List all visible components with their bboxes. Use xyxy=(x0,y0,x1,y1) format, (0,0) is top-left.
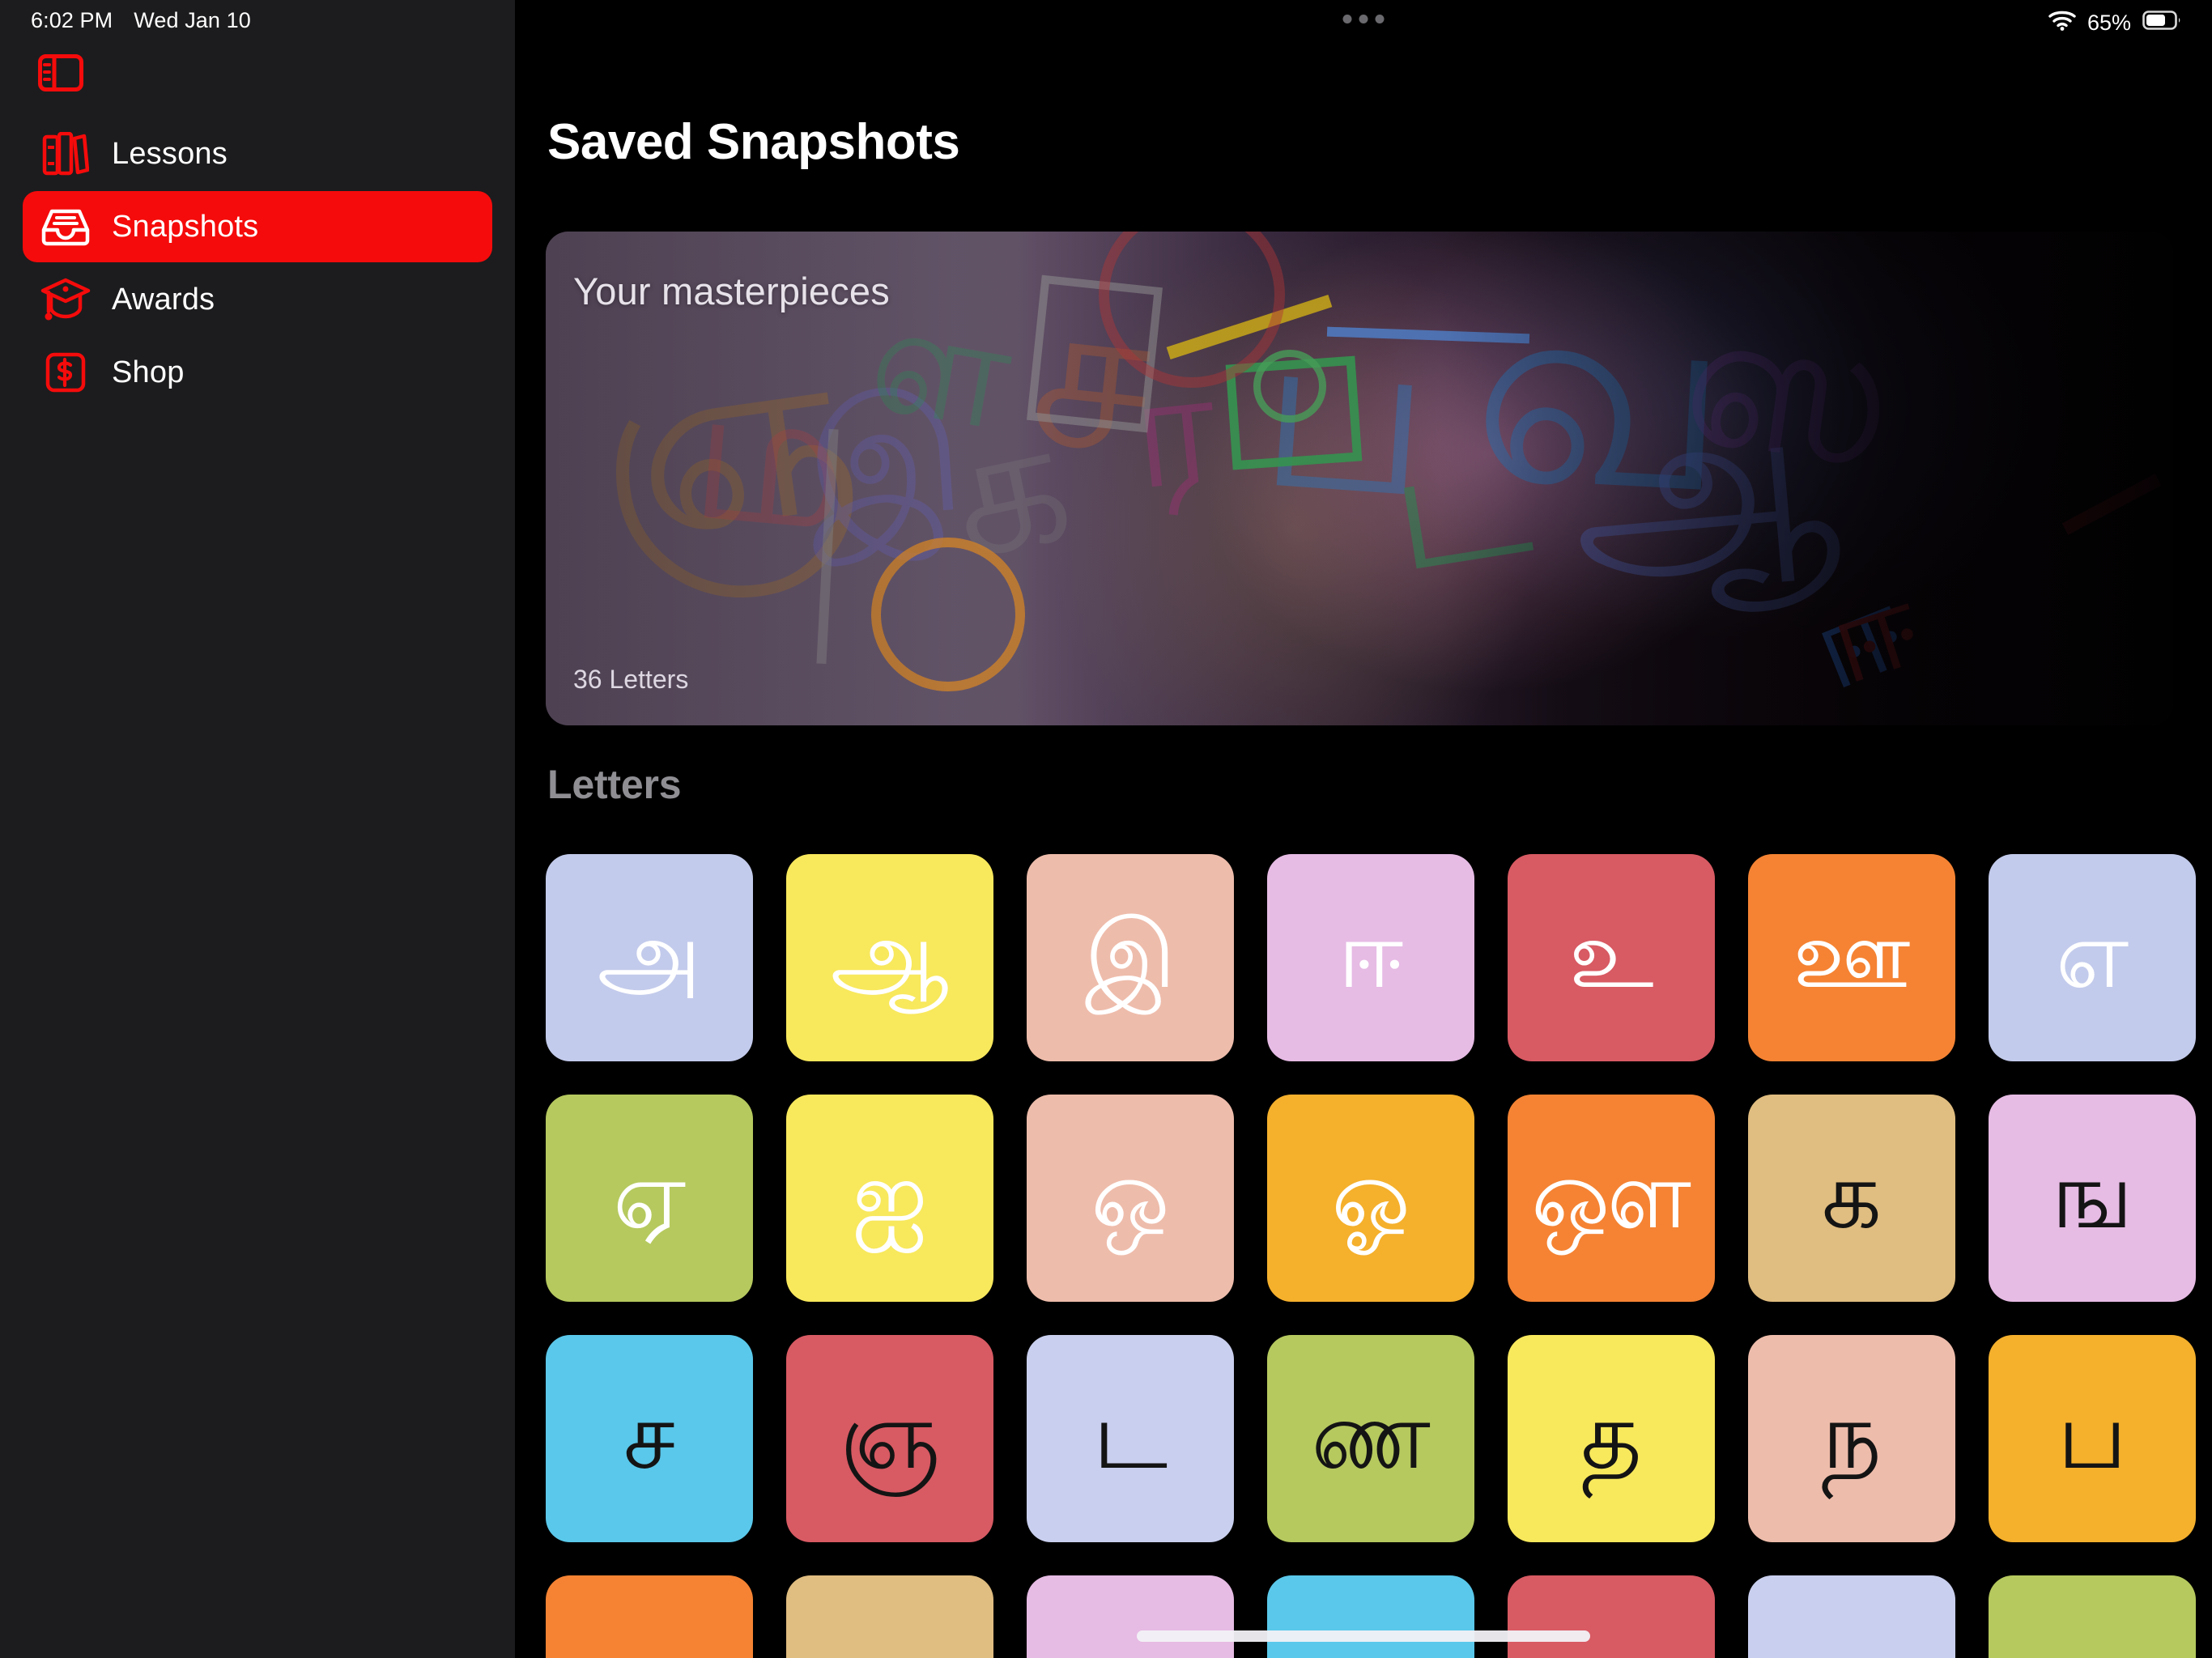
letter-glyph: ஐ xyxy=(852,1145,928,1248)
sidebar-item-shop[interactable]: Shop xyxy=(23,337,492,408)
letter-tile[interactable]: வ xyxy=(1508,1575,1715,1658)
sidebar-item-label: Awards xyxy=(112,282,215,317)
letter-tile[interactable]: ஏ xyxy=(546,1095,753,1302)
letter-glyph: ஓ xyxy=(1331,1145,1410,1248)
sidebar: 6:02 PM Wed Jan 10 Lessons Snapshots Awa… xyxy=(0,0,515,1658)
status-bar-date: Wed Jan 10 xyxy=(134,8,251,32)
page-title: Saved Snapshots xyxy=(547,114,960,170)
sidebar-item-lessons[interactable]: Lessons xyxy=(23,118,492,189)
letter-glyph: ம xyxy=(611,1630,687,1658)
banner-count-label: 36 Letters xyxy=(573,665,689,694)
letter-tile[interactable]: ப xyxy=(1989,1335,2196,1542)
snapshot-banner-card[interactable]: ஞமஇளகசரபடவஆஸஈஈ Your masterpieces 36 Lett… xyxy=(546,232,2173,725)
sidebar-item-label: Snapshots xyxy=(112,209,259,244)
letter-glyph: ட xyxy=(1092,1385,1168,1489)
graduation-cap-icon xyxy=(40,274,91,325)
sidebar-toggle-icon[interactable] xyxy=(36,50,86,96)
letter-tile[interactable]: ட xyxy=(1027,1335,1234,1542)
letter-glyph: ர xyxy=(1106,1630,1155,1658)
letter-tile[interactable]: ஐ xyxy=(786,1095,993,1302)
letter-tile[interactable]: உ xyxy=(1508,854,1715,1061)
letter-tile[interactable]: ழ xyxy=(1748,1575,1955,1658)
letter-tile[interactable]: த xyxy=(1508,1335,1715,1542)
letter-glyph: ல xyxy=(1332,1630,1410,1658)
letter-tile[interactable]: அ xyxy=(546,854,753,1061)
letters-grid: அ ஆ இ ஈ உ ஊ எ ஏ ஐ ஒ ஓ ஔ க ங ச ஞ ட ண த ந ப ம ய ர ல வ ழ ள xyxy=(546,854,2196,1658)
letter-glyph: த xyxy=(1580,1385,1642,1489)
letter-tile[interactable]: க xyxy=(1748,1095,1955,1302)
letter-tile[interactable]: ஓ xyxy=(1267,1095,1474,1302)
letter-tile[interactable]: ஊ xyxy=(1748,854,1955,1061)
ipad-screen: 6:02 PM Wed Jan 10 Lessons Snapshots Awa… xyxy=(0,0,2212,1658)
letter-tile[interactable]: ஔ xyxy=(1508,1095,1715,1302)
letters-section-title: Letters xyxy=(547,762,682,807)
letter-tile[interactable]: ம xyxy=(546,1575,753,1658)
letter-glyph: ஏ xyxy=(612,1145,687,1248)
letter-glyph: ஔ xyxy=(1531,1145,1691,1248)
letter-glyph: உ xyxy=(1568,904,1654,1008)
letter-glyph: ச xyxy=(623,1385,676,1489)
letter-tile[interactable]: ஈ xyxy=(1267,854,1474,1061)
letter-tile[interactable]: ந xyxy=(1748,1335,1955,1542)
letter-glyph: ஞ xyxy=(839,1385,941,1489)
status-bar-right: 65% xyxy=(2048,10,2181,36)
sidebar-item-label: Shop xyxy=(112,355,185,389)
main-content: 65% Saved Snapshots ஞமஇளகசரபடவஆஸஈஈ xyxy=(515,0,2212,1658)
letter-glyph: ந xyxy=(1821,1385,1882,1489)
letter-tile[interactable]: ள xyxy=(1989,1575,2196,1658)
letter-glyph: ங xyxy=(2051,1145,2133,1248)
letter-glyph: அ xyxy=(597,904,702,1008)
letter-tile[interactable]: ஒ xyxy=(1027,1095,1234,1302)
letter-tile[interactable]: இ xyxy=(1027,854,1234,1061)
letter-tile[interactable]: ல xyxy=(1267,1575,1474,1658)
multitasking-dots-icon[interactable] xyxy=(1342,15,1385,23)
letter-glyph: ப xyxy=(2057,1385,2128,1489)
letter-glyph: ய xyxy=(849,1630,929,1658)
banner-title: Your masterpieces xyxy=(573,270,890,312)
battery-icon xyxy=(2142,10,2181,36)
wifi-icon xyxy=(2048,10,2076,36)
letter-glyph: ண xyxy=(1311,1385,1431,1489)
letter-tile[interactable]: ஆ xyxy=(786,854,993,1061)
letter-glyph: ஒ xyxy=(1091,1145,1170,1248)
status-bar-left: 6:02 PM Wed Jan 10 xyxy=(31,8,251,33)
letter-tile[interactable]: ய xyxy=(786,1575,993,1658)
status-bar-time: 6:02 PM xyxy=(31,8,113,32)
sidebar-item-awards[interactable]: Awards xyxy=(23,264,492,335)
letter-tile[interactable]: ச xyxy=(546,1335,753,1542)
letter-tile[interactable]: ர xyxy=(1027,1575,1234,1658)
letter-glyph: ஊ xyxy=(1792,904,1912,1008)
sidebar-item-snapshots[interactable]: Snapshots xyxy=(23,191,492,262)
letter-glyph: இ xyxy=(1084,904,1176,1008)
letter-tile[interactable]: எ xyxy=(1989,854,2196,1061)
letter-glyph: ஈ xyxy=(1338,904,1404,1008)
letter-tile[interactable]: ண xyxy=(1267,1335,1474,1542)
letter-glyph: ஆ xyxy=(830,904,950,1008)
sidebar-item-label: Lessons xyxy=(112,136,228,171)
inbox-tray-icon xyxy=(40,202,91,252)
letter-glyph: வ xyxy=(1566,1630,1656,1658)
sidebar-nav: Lessons Snapshots Awards Shop xyxy=(0,118,515,408)
letter-glyph: ழ xyxy=(1814,1630,1889,1658)
letter-glyph: க xyxy=(1821,1145,1882,1248)
battery-percent-label: 65% xyxy=(2087,11,2131,35)
letter-glyph: எ xyxy=(2055,904,2129,1008)
dollar-square-icon xyxy=(40,347,91,397)
letter-glyph: ள xyxy=(2050,1630,2135,1658)
letter-tile[interactable]: ங xyxy=(1989,1095,2196,1302)
letter-tile[interactable]: ஞ xyxy=(786,1335,993,1542)
books-icon xyxy=(40,129,91,179)
